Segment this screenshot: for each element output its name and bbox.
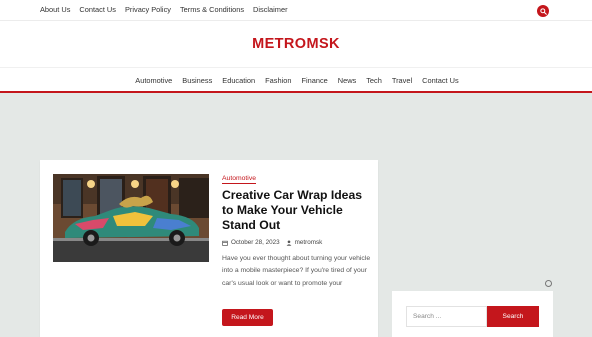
top-link-contact[interactable]: Contact Us <box>79 5 116 14</box>
main-nav: Automotive Business Education Fashion Fi… <box>0 76 592 85</box>
post-card: Automotive Creative Car Wrap Ideas to Ma… <box>40 160 378 337</box>
nav-item-travel[interactable]: Travel <box>392 76 412 85</box>
top-link-disclaimer[interactable]: Disclaimer <box>253 5 288 14</box>
read-more-button[interactable]: Read More <box>222 309 273 326</box>
nav-item-business[interactable]: Business <box>182 76 212 85</box>
nav-item-news[interactable]: News <box>338 76 356 85</box>
search-widget: Search ... Search <box>392 291 553 337</box>
nav-item-contact[interactable]: Contact Us <box>422 76 459 85</box>
post-meta: October 28, 2023 metromsk <box>222 239 322 246</box>
top-links: About Us Contact Us Privacy Policy Terms… <box>40 5 288 14</box>
nav-item-education[interactable]: Education <box>222 76 255 85</box>
top-link-terms[interactable]: Terms & Conditions <box>180 5 244 14</box>
search-icon <box>539 7 547 15</box>
car-photo-icon <box>53 174 209 262</box>
post-date[interactable]: October 28, 2023 <box>231 239 280 246</box>
nav-item-tech[interactable]: Tech <box>366 76 382 85</box>
top-link-privacy[interactable]: Privacy Policy <box>125 5 171 14</box>
top-bar: About Us Contact Us Privacy Policy Terms… <box>0 0 592 21</box>
calendar-icon <box>222 240 228 246</box>
nav-item-finance[interactable]: Finance <box>301 76 327 85</box>
top-link-about[interactable]: About Us <box>40 5 70 14</box>
search-submit-button[interactable]: Search <box>487 306 539 327</box>
nav-item-automotive[interactable]: Automotive <box>135 76 172 85</box>
header-divider <box>0 67 592 68</box>
post-excerpt: Have you ever thought about turning your… <box>222 255 371 287</box>
scroll-indicator-icon <box>545 280 552 287</box>
site-header: METROMSK Automotive Business Education F… <box>0 21 592 93</box>
post-thumbnail[interactable] <box>53 174 209 262</box>
nav-item-fashion[interactable]: Fashion <box>265 76 291 85</box>
post-category[interactable]: Automotive <box>222 175 257 184</box>
header-search-button[interactable] <box>537 5 549 17</box>
search-input[interactable]: Search ... <box>406 306 487 327</box>
post-author[interactable]: metromsk <box>295 239 323 246</box>
post-title[interactable]: Creative Car Wrap Ideas to Make Your Veh… <box>222 188 372 233</box>
site-title[interactable]: METROMSK <box>0 36 592 52</box>
user-icon <box>286 239 292 246</box>
